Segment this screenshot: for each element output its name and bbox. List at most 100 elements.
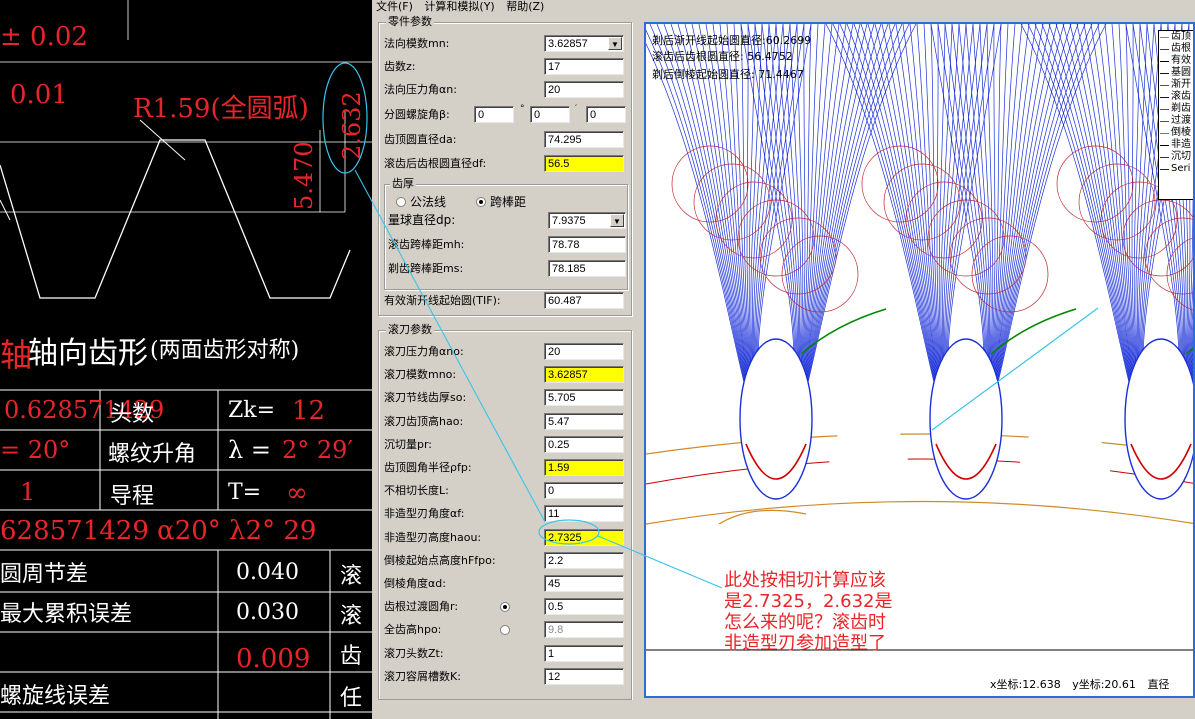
legend-label: 基圆 (1171, 67, 1191, 78)
hob-row-input[interactable]: 12 (544, 667, 624, 685)
hob-mh-label: 滚齿跨棒距mh: (388, 238, 465, 251)
dim-5470: 5.470 (290, 141, 318, 210)
normal-module-select[interactable]: 3.62857 ▼ (544, 35, 624, 52)
hob-params-title: 滚刀参数 (386, 323, 434, 336)
pressure-angle-input[interactable]: 20 (544, 81, 624, 98)
hob-row-input[interactable]: 11 (544, 505, 624, 523)
tooth-space (1124, 338, 1193, 500)
legend-label: 滚齿 (1171, 91, 1191, 102)
table-r3-c2: 导程 (110, 484, 155, 509)
helix-deg-input[interactable]: 0 (474, 106, 514, 123)
menu-calc[interactable]: 计算和模拟(Y) (420, 0, 498, 13)
hob-row: 滚刀压力角αno: 20 (378, 342, 630, 362)
legend-swatch (1160, 37, 1169, 38)
hob-row-input[interactable]: 5.47 (544, 412, 624, 430)
legend-swatch (1160, 145, 1169, 146)
y-coord: y坐标:20.61 (1072, 678, 1136, 691)
hob-row-input[interactable]: 5.705 (544, 389, 624, 407)
legend-swatch (1160, 121, 1169, 122)
tif-label: 有效渐开线起始圆(TIF): (384, 294, 501, 307)
teeth-label: 齿数z: (384, 60, 416, 73)
menu-file[interactable]: 文件(F) (372, 0, 417, 13)
radio-span-measure-label: 公法线 (410, 195, 447, 209)
hob-row-input[interactable]: 2.2 (544, 551, 624, 569)
hob-row-input[interactable]: 3.62857 (544, 366, 624, 384)
hob-row-label: 沉切量pr: (384, 437, 433, 451)
table-r1-c3: Zk= (228, 398, 276, 423)
table-row4-label: 螺旋线误差 (0, 684, 111, 709)
row-tip-diameter: 齿顶圆直径da: 74.295 (378, 130, 630, 150)
tip-diameter-label: 齿顶圆直径da: (384, 133, 457, 146)
legend-label: 齿根 (1171, 43, 1191, 54)
plot-info-1: 剃后渐开线起始圆直径:60.2699 (652, 34, 812, 47)
tolerance-top: ± 0.02 (0, 22, 88, 52)
legend-item: 渐开 (1159, 79, 1193, 91)
chevron-down-icon[interactable]: ▼ (610, 214, 624, 227)
legend-label: 过渡 (1171, 115, 1191, 126)
hob-row: 滚刀节线齿厚so: 5.705 (378, 388, 630, 408)
hob-row-input[interactable]: 20 (544, 343, 624, 360)
table-row1-right: 滚 (340, 564, 363, 589)
annotation-note: 此处按相切计算应该 是2.7325，2.632是 怎么来的呢？滚齿时 非造型刃参… (724, 570, 893, 654)
hob-row-input[interactable]: 0.25 (544, 435, 624, 453)
radius-label: R1.59(全圆弧) (133, 94, 309, 124)
root-diameter-input[interactable]: 56.5 (544, 155, 624, 172)
helix-sec-input[interactable]: 0 (586, 106, 626, 123)
legend-label: 齿顶 (1171, 31, 1191, 42)
legend-item: 剃齿 (1159, 103, 1193, 115)
hob-mh-input[interactable]: 78.78 (548, 236, 626, 253)
menu-help[interactable]: 帮助(Z) (502, 0, 548, 13)
legend-item: Seri (1159, 163, 1193, 175)
hob-row: 非造型刃角度αf: 11 (378, 504, 630, 524)
row-tif: 有效渐开线起始圆(TIF): 60.487 (378, 291, 630, 311)
hob-row: 非造型刃高度haou: 2.7325 (378, 528, 630, 548)
table-row2-value: 0.030 (236, 600, 299, 625)
row-shave-ms: 剃齿跨棒距ms: 78.185 (378, 259, 630, 279)
x-coord: x坐标:12.638 (990, 678, 1061, 691)
hob-row-label: 不相切长度L: (384, 484, 449, 498)
chevron-down-icon[interactable]: ▼ (608, 37, 622, 50)
legend-label: 有效 (1171, 55, 1191, 66)
hob-row: 倒棱角度αd: 45 (378, 574, 630, 594)
teeth-input[interactable]: 17 (544, 58, 624, 75)
hob-row-input[interactable]: 0.5 (544, 598, 624, 616)
radio-span-measure[interactable] (396, 197, 406, 207)
legend-swatch (1160, 73, 1169, 74)
tif-input[interactable]: 60.487 (544, 292, 624, 309)
helix-min-input[interactable]: 0 (530, 106, 570, 123)
hob-row: 滚刀模数mno: 3.62857 (378, 365, 630, 385)
hob-row-input[interactable]: 1 (544, 644, 624, 662)
legend-swatch (1160, 169, 1169, 170)
legend-item: 沉切 (1159, 151, 1193, 163)
radio-full-depth[interactable] (500, 625, 510, 636)
hob-row-label: 齿顶圆角半径ρfp: (384, 461, 472, 474)
pressure-angle-label: 法向压力角αn: (384, 83, 457, 96)
radio-root-fillet[interactable] (500, 602, 510, 613)
cad-drawing: ± 0.02 0.01 R1.59(全圆弧) 5.470 2.632 轴 轴向齿… (0, 0, 372, 719)
radio-over-pins[interactable] (476, 197, 486, 207)
deg-symbol: ° (520, 104, 525, 114)
legend-item: 齿根 (1159, 43, 1193, 55)
hob-row-label: 滚刀压力角αno: (384, 345, 464, 358)
hob-row-input[interactable]: 1.59 (544, 459, 624, 476)
hob-row-label: 全齿高hpo: (384, 623, 442, 637)
shave-ms-input[interactable]: 78.185 (548, 260, 626, 277)
legend-item: 齿顶 (1159, 31, 1193, 43)
hob-row: 滚刀头数Zt: 1 (378, 644, 630, 664)
hob-row-input[interactable]: 0 (544, 482, 624, 500)
hob-row-input[interactable]: 45 (544, 575, 624, 592)
hob-row: 齿根过渡圆角r: 0.5 (378, 597, 630, 617)
hob-row-input[interactable]: 9.8 (544, 621, 624, 639)
hob-row: 不相切长度L: 0 (378, 481, 630, 501)
hob-row-input[interactable]: 2.7325 (544, 528, 624, 546)
table-row1-value: 0.040 (236, 560, 299, 585)
helix-label: 分圆螺旋角β: (384, 108, 450, 121)
plot-legend: 齿顶 齿根 有效 基圆 渐开 滚齿 剃齿 过渡 倒棱 非造 沉切 Seri (1158, 30, 1193, 200)
tip-diameter-input[interactable]: 74.295 (544, 131, 624, 148)
ball-dia-select[interactable]: 7.9375 ▼ (548, 212, 626, 229)
tolerance-second: 0.01 (10, 80, 68, 110)
addendum-arc (646, 500, 1193, 525)
plot-info-2: 滚齿后齿根圆直径: 56.4752 (652, 50, 793, 63)
root-circle (646, 433, 1193, 455)
min-symbol: ′ (575, 104, 578, 114)
